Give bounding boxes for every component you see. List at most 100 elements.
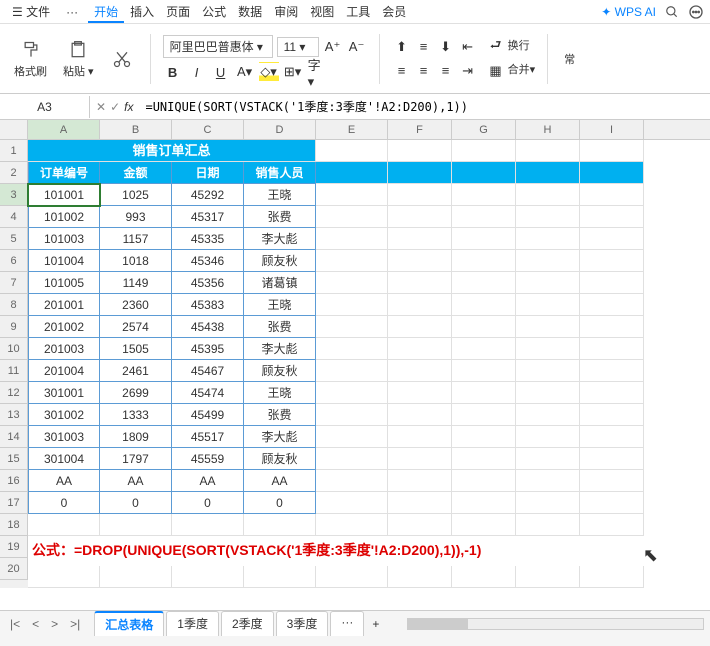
col-header-E[interactable]: E — [316, 120, 388, 139]
table-cell-r7c1[interactable]: 1505 — [100, 338, 172, 360]
table-cell-r5c2[interactable]: 45383 — [172, 294, 244, 316]
cell-2E[interactable] — [316, 162, 388, 184]
cell-5F[interactable] — [388, 228, 452, 250]
row-header-4[interactable]: 4 — [0, 206, 28, 228]
table-cell-r0c3[interactable]: 王晓 — [244, 184, 316, 206]
row-header-18[interactable]: 18 — [0, 514, 28, 536]
table-cell-r13c3[interactable]: AA — [244, 470, 316, 492]
table-cell-r13c0[interactable]: AA — [28, 470, 100, 492]
cell-7E[interactable] — [316, 272, 388, 294]
cell-1I[interactable] — [580, 140, 644, 162]
align-middle-icon[interactable]: ≡ — [414, 37, 434, 57]
cell-13E[interactable] — [316, 404, 388, 426]
cell-12G[interactable] — [452, 382, 516, 404]
menu-公式[interactable]: 公式 — [196, 3, 232, 21]
cell-18D[interactable] — [244, 514, 316, 536]
align-bottom-icon[interactable]: ⬇ — [436, 37, 456, 57]
table-cell-r12c1[interactable]: 1797 — [100, 448, 172, 470]
table-cell-r11c0[interactable]: 301003 — [28, 426, 100, 448]
cell-12E[interactable] — [316, 382, 388, 404]
table-cell-r7c0[interactable]: 201003 — [28, 338, 100, 360]
table-cell-r14c1[interactable]: 0 — [100, 492, 172, 514]
tab-next-icon[interactable]: > — [47, 615, 62, 633]
menu-视图[interactable]: 视图 — [304, 3, 340, 21]
cell-9E[interactable] — [316, 316, 388, 338]
cell-12F[interactable] — [388, 382, 452, 404]
row-header-19[interactable]: 19 — [0, 536, 28, 558]
cell-13G[interactable] — [452, 404, 516, 426]
sheet-tab-2季度[interactable]: 2季度 — [221, 611, 274, 636]
table-cell-r8c2[interactable]: 45467 — [172, 360, 244, 382]
cell-4E[interactable] — [316, 206, 388, 228]
menu-more[interactable]: ··· — [60, 3, 84, 21]
cell-16E[interactable] — [316, 470, 388, 492]
table-cell-r14c0[interactable]: 0 — [28, 492, 100, 514]
fx-icon[interactable]: fx — [124, 100, 133, 114]
align-right-icon[interactable]: ≡ — [436, 61, 456, 81]
cell-15I[interactable] — [580, 448, 644, 470]
col-header-C[interactable]: C — [172, 120, 244, 139]
cell-6G[interactable] — [452, 250, 516, 272]
cell-16H[interactable] — [516, 470, 580, 492]
select-all-corner[interactable] — [0, 120, 28, 139]
cell-13I[interactable] — [580, 404, 644, 426]
fill-color-button[interactable]: ◇▾ — [259, 62, 279, 82]
cell-10I[interactable] — [580, 338, 644, 360]
cell-1E[interactable] — [316, 140, 388, 162]
table-cell-r4c1[interactable]: 1149 — [100, 272, 172, 294]
sheet-tab-3季度[interactable]: 3季度 — [276, 611, 329, 636]
cell-13H[interactable] — [516, 404, 580, 426]
table-cell-r4c3[interactable]: 诸葛镇 — [244, 272, 316, 294]
cell-8E[interactable] — [316, 294, 388, 316]
cell-16F[interactable] — [388, 470, 452, 492]
table-cell-r0c1[interactable]: 1025 — [100, 184, 172, 206]
table-cell-r7c2[interactable]: 45395 — [172, 338, 244, 360]
cell-17E[interactable] — [316, 492, 388, 514]
decrease-font-icon[interactable]: A⁻ — [347, 37, 367, 57]
table-cell-r4c2[interactable]: 45356 — [172, 272, 244, 294]
cell-18A[interactable] — [28, 514, 100, 536]
row-header-8[interactable]: 8 — [0, 294, 28, 316]
table-cell-r9c0[interactable]: 301001 — [28, 382, 100, 404]
table-cell-r10c3[interactable]: 张费 — [244, 404, 316, 426]
menu-数据[interactable]: 数据 — [232, 3, 268, 21]
cell-17G[interactable] — [452, 492, 516, 514]
row-header-3[interactable]: 3 — [0, 184, 28, 206]
align-top-icon[interactable]: ⬆ — [392, 37, 412, 57]
table-cell-r11c1[interactable]: 1809 — [100, 426, 172, 448]
align-center-icon[interactable]: ≡ — [414, 61, 434, 81]
cell-9H[interactable] — [516, 316, 580, 338]
cell-10H[interactable] — [516, 338, 580, 360]
table-cell-r10c2[interactable]: 45499 — [172, 404, 244, 426]
italic-button[interactable]: I — [187, 62, 207, 82]
table-cell-r5c0[interactable]: 201001 — [28, 294, 100, 316]
table-cell-r0c2[interactable]: 45292 — [172, 184, 244, 206]
align-left-icon[interactable]: ≡ — [392, 61, 412, 81]
sheet-tab-1季度[interactable]: 1季度 — [166, 611, 219, 636]
cell-2H[interactable] — [516, 162, 580, 184]
font-size-select[interactable]: 11 ▾ — [277, 37, 319, 57]
cell-6I[interactable] — [580, 250, 644, 272]
wrap-icon[interactable]: ⮐ — [486, 37, 506, 57]
accept-formula-icon[interactable]: ✓ — [110, 100, 120, 114]
row-header-1[interactable]: 1 — [0, 140, 28, 162]
cell-11H[interactable] — [516, 360, 580, 382]
cell-14F[interactable] — [388, 426, 452, 448]
menu-插入[interactable]: 插入 — [124, 3, 160, 21]
cell-18I[interactable] — [580, 514, 644, 536]
table-cell-r1c1[interactable]: 993 — [100, 206, 172, 228]
cell-20H[interactable] — [516, 566, 580, 588]
merge-icon[interactable]: ▦ — [486, 61, 506, 81]
table-cell-r2c2[interactable]: 45335 — [172, 228, 244, 250]
row-header-11[interactable]: 11 — [0, 360, 28, 382]
add-sheet-icon[interactable]: + — [366, 615, 385, 633]
row-header-2[interactable]: 2 — [0, 162, 28, 184]
table-cell-r3c3[interactable]: 顾友秋 — [244, 250, 316, 272]
table-cell-r1c0[interactable]: 101002 — [28, 206, 100, 228]
table-cell-r10c0[interactable]: 301002 — [28, 404, 100, 426]
menu-页面[interactable]: 页面 — [160, 3, 196, 21]
cell-3G[interactable] — [452, 184, 516, 206]
row-header-5[interactable]: 5 — [0, 228, 28, 250]
table-cell-r6c0[interactable]: 201002 — [28, 316, 100, 338]
cell-8H[interactable] — [516, 294, 580, 316]
